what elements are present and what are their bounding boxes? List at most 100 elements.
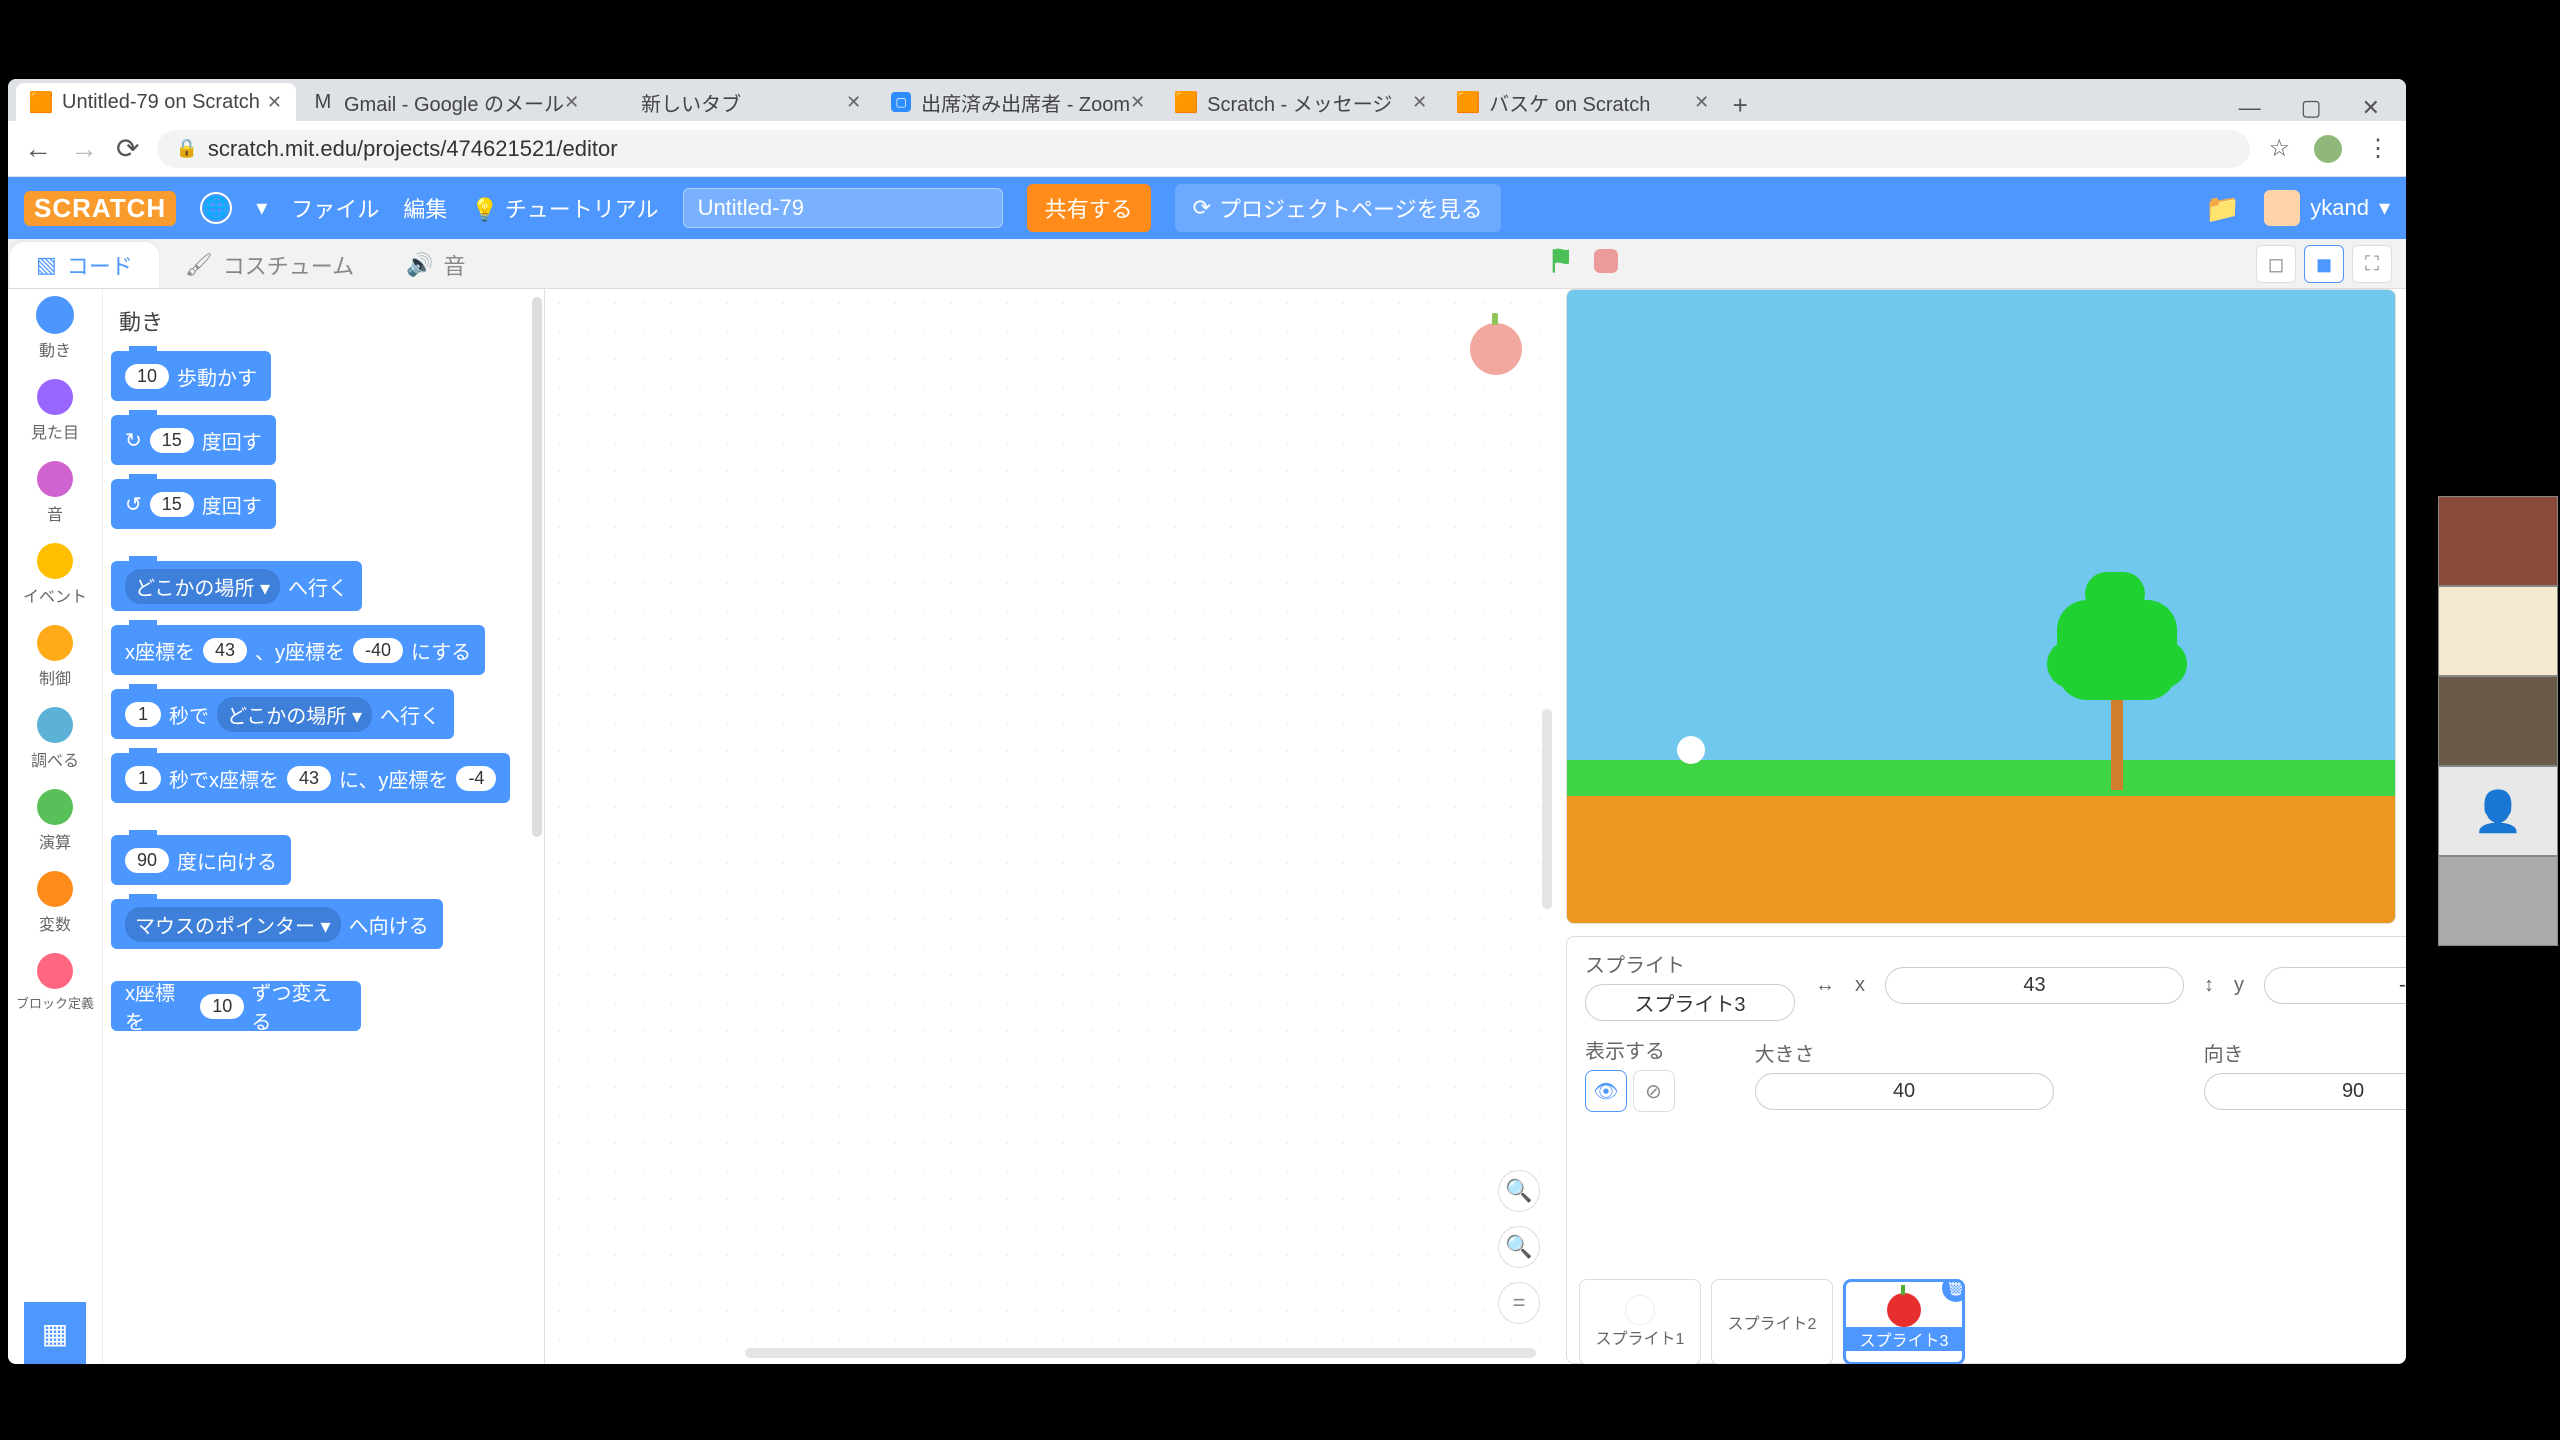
block-turn-ccw[interactable]: ↺ 15 度回す [111, 479, 276, 529]
num-input[interactable]: 1 [125, 702, 161, 727]
dropdown[interactable]: どこかの場所 ▾ [217, 697, 372, 732]
tab-close-icon[interactable]: ✕ [267, 92, 282, 113]
cat-events[interactable]: イベント [23, 543, 87, 607]
block-point-towards[interactable]: マウスのポインター ▾ へ向ける [111, 899, 443, 949]
sprite-thumb-2[interactable]: スプライト2 [1711, 1279, 1833, 1364]
block-change-x[interactable]: x座標を 10 ずつ変える [111, 981, 361, 1031]
maximize-icon[interactable]: ▢ [2301, 95, 2322, 121]
tab-0[interactable]: 🟧 Untitled-79 on Scratch ✕ [16, 83, 296, 121]
cat-sound[interactable]: 音 [37, 461, 73, 525]
workspace-hscroll[interactable] [745, 1348, 1536, 1358]
num-input[interactable]: 10 [200, 994, 243, 1019]
num-input[interactable]: 43 [287, 766, 331, 791]
cat-looks[interactable]: 見た目 [31, 379, 79, 443]
delete-sprite-icon[interactable]: 🗑 [1942, 1279, 1965, 1302]
block-point-dir[interactable]: 90 度に向ける [111, 835, 291, 885]
cat-control[interactable]: 制御 [37, 625, 73, 689]
num-input[interactable]: 15 [150, 492, 194, 517]
file-menu[interactable]: ファイル [291, 192, 379, 224]
num-input[interactable]: -40 [353, 638, 403, 663]
url-input[interactable]: 🔒 scratch.mit.edu/projects/474621521/edi… [157, 130, 2250, 168]
hide-button[interactable]: ⊘ [1633, 1070, 1675, 1112]
forward-icon[interactable]: → [70, 133, 98, 165]
num-input[interactable]: 10 [125, 364, 169, 389]
large-stage-icon[interactable]: ◼ [2304, 245, 2344, 283]
num-input[interactable]: -4 [456, 766, 496, 791]
tab-4[interactable]: 🟧 Scratch - メッセージ ✕ [1161, 83, 1441, 121]
tab-2[interactable]: 新しいタブ ✕ [595, 83, 875, 121]
num-input[interactable]: 43 [203, 638, 247, 663]
sprite-name-input[interactable] [1585, 984, 1795, 1021]
tree-sprite[interactable] [2057, 600, 2177, 790]
workspace-vscroll[interactable] [1542, 709, 1552, 909]
block-move-steps[interactable]: 10 歩動かす [111, 351, 271, 401]
zoom-out-icon[interactable]: 🔍 [1498, 1226, 1540, 1268]
tab-1[interactable]: M Gmail - Google のメール ✕ [298, 83, 593, 121]
close-window-icon[interactable]: ✕ [2362, 95, 2380, 121]
cat-motion[interactable]: 動き [37, 297, 73, 361]
zoom-participant-3[interactable] [2438, 676, 2558, 766]
block-glide-xy[interactable]: 1 秒でx座標を 43 に、y座標を -4 [111, 753, 510, 803]
tab-costumes[interactable]: 🖌 コスチューム [159, 242, 380, 288]
block-glide[interactable]: 1 秒で どこかの場所 ▾ へ行く [111, 689, 454, 739]
zoom-participant-2[interactable] [2438, 586, 2558, 676]
script-workspace[interactable]: 🔍 🔍 = [545, 289, 1556, 1364]
dir-input[interactable] [2204, 1073, 2406, 1110]
zoom-in-icon[interactable]: 🔍 [1498, 1170, 1540, 1212]
reload-icon[interactable]: ⟳ [116, 132, 139, 165]
num-input[interactable]: 15 [150, 428, 194, 453]
apple-sprite[interactable] [2069, 652, 2091, 674]
tab-3[interactable]: ▢ 出席済み出席者 - Zoom ✕ [877, 83, 1159, 121]
tab-close-icon[interactable]: ✕ [846, 92, 861, 113]
zoom-participant-4[interactable]: 👤 [2438, 766, 2558, 856]
tab-close-icon[interactable]: ✕ [1694, 92, 1709, 113]
minimize-icon[interactable]: — [2239, 95, 2261, 121]
sprite-thumb-3[interactable]: 🗑 スプライト3 [1843, 1279, 1965, 1364]
palette-scrollbar[interactable] [532, 297, 542, 837]
cat-variables[interactable]: 変数 [37, 871, 73, 935]
y-input[interactable] [2264, 967, 2406, 1004]
kebab-menu-icon[interactable]: ⋮ [2366, 134, 2390, 163]
folder-icon[interactable]: 📁 [2205, 192, 2240, 225]
zoom-participant-1[interactable] [2438, 496, 2558, 586]
stop-icon[interactable] [1594, 249, 1618, 273]
show-button[interactable]: 👁 [1585, 1070, 1627, 1112]
num-input[interactable]: 90 [125, 848, 169, 873]
tab-code[interactable]: ▧ コード [10, 242, 159, 288]
share-button[interactable]: 共有する [1027, 184, 1151, 232]
add-extension-button[interactable]: ▦ [24, 1302, 86, 1364]
tab-close-icon[interactable]: ✕ [1130, 92, 1145, 113]
cat-sensing[interactable]: 調べる [31, 707, 79, 771]
tab-sounds[interactable]: 🔊 音 [380, 242, 491, 288]
block-goto[interactable]: どこかの場所 ▾ へ行く [111, 561, 362, 611]
num-input[interactable]: 1 [125, 766, 161, 791]
project-page-button[interactable]: ⟳ プロジェクトページを見る [1175, 184, 1501, 232]
stage[interactable] [1566, 289, 2396, 924]
new-tab-button[interactable]: + [1725, 90, 1755, 121]
zoom-participant-5[interactable] [2438, 856, 2558, 946]
block-goto-xy[interactable]: x座標を 43 、y座標を -40 にする [111, 625, 485, 675]
size-input[interactable] [1755, 1073, 2054, 1110]
small-stage-icon[interactable]: ◻ [2256, 245, 2296, 283]
user-menu[interactable]: ykand ▾ [2264, 190, 2390, 226]
dropdown[interactable]: どこかの場所 ▾ [125, 569, 280, 604]
back-icon[interactable]: ← [24, 133, 52, 165]
zoom-reset-icon[interactable]: = [1498, 1282, 1540, 1324]
cat-operators[interactable]: 演算 [37, 789, 73, 853]
ball-sprite[interactable] [1677, 736, 1705, 764]
tab-close-icon[interactable]: ✕ [564, 92, 579, 113]
cat-myblocks[interactable]: ブロック定義 [16, 953, 94, 1012]
edit-menu[interactable]: 編集 [403, 192, 447, 224]
x-input[interactable] [1885, 967, 2184, 1004]
tab-5[interactable]: 🟧 バスケ on Scratch ✕ [1443, 83, 1723, 121]
scratch-logo[interactable]: SCRATCH [24, 191, 176, 226]
sprite-thumb-1[interactable]: スプライト1 [1579, 1279, 1701, 1364]
tutorial-button[interactable]: 💡 チュートリアル [471, 192, 658, 224]
fullscreen-icon[interactable]: ⛶ [2352, 245, 2392, 283]
star-icon[interactable]: ☆ [2268, 134, 2290, 163]
language-icon[interactable]: 🌐 [200, 192, 232, 224]
project-name-input[interactable]: Untitled-79 [683, 188, 1003, 228]
green-flag-icon[interactable] [1548, 247, 1576, 275]
dropdown[interactable]: マウスのポインター ▾ [125, 907, 341, 942]
tab-close-icon[interactable]: ✕ [1412, 92, 1427, 113]
